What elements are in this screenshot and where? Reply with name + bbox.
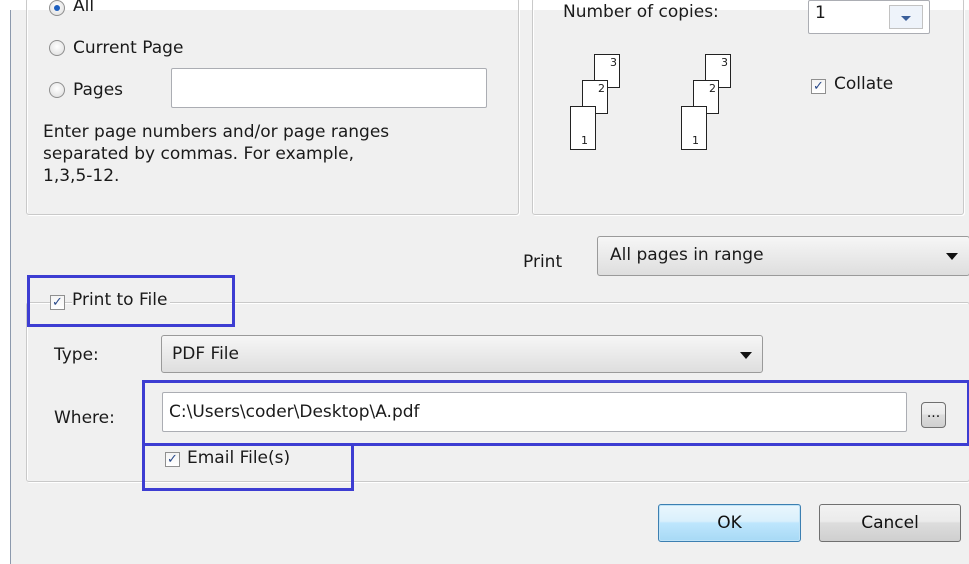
cancel-button[interactable]: Cancel	[819, 504, 961, 542]
chevron-down-icon	[901, 16, 911, 21]
pages-hint-line2: separated by commas. For example,	[43, 144, 354, 164]
page-icon: 1	[681, 106, 707, 150]
ok-button[interactable]: OK	[658, 504, 801, 542]
pages-input[interactable]	[171, 68, 487, 108]
where-label: Where:	[54, 408, 115, 428]
chevron-down-icon	[740, 352, 752, 359]
radio-pages-label: Pages	[73, 80, 124, 100]
collate-label: Collate	[834, 74, 894, 94]
collate-illustration: 3 2 1 3 2 1	[564, 54, 764, 164]
highlight-print-to-file	[27, 275, 235, 327]
print-select-value: All pages in range	[610, 245, 764, 265]
copies-spin-down-button[interactable]	[889, 5, 923, 29]
chevron-down-icon	[946, 253, 958, 260]
print-dialog: All Current Page Pages Enter page number…	[10, 0, 969, 564]
print-select[interactable]: All pages in range	[597, 236, 969, 276]
radio-current-page[interactable]	[49, 40, 65, 56]
radio-all-label: All	[73, 0, 95, 16]
collate-checkbox[interactable]: ✓	[811, 79, 826, 94]
copies-value: 1	[815, 3, 826, 23]
highlight-where	[142, 380, 969, 446]
copies-input[interactable]: 1	[808, 0, 930, 34]
pages-hint-line3: 1,3,5-12.	[43, 166, 120, 186]
radio-pages[interactable]	[49, 82, 65, 98]
copies-label: Number of copies:	[563, 2, 719, 22]
print-select-label: Print	[523, 252, 563, 272]
pages-hint-line1: Enter page numbers and/or page ranges	[43, 122, 390, 142]
page-icon: 1	[570, 106, 596, 150]
radio-current-page-label: Current Page	[73, 38, 184, 58]
type-select[interactable]: PDF File	[161, 335, 763, 373]
type-label: Type:	[54, 345, 99, 365]
highlight-email-file	[142, 443, 354, 491]
type-select-value: PDF File	[172, 344, 239, 364]
radio-all[interactable]	[49, 0, 65, 16]
